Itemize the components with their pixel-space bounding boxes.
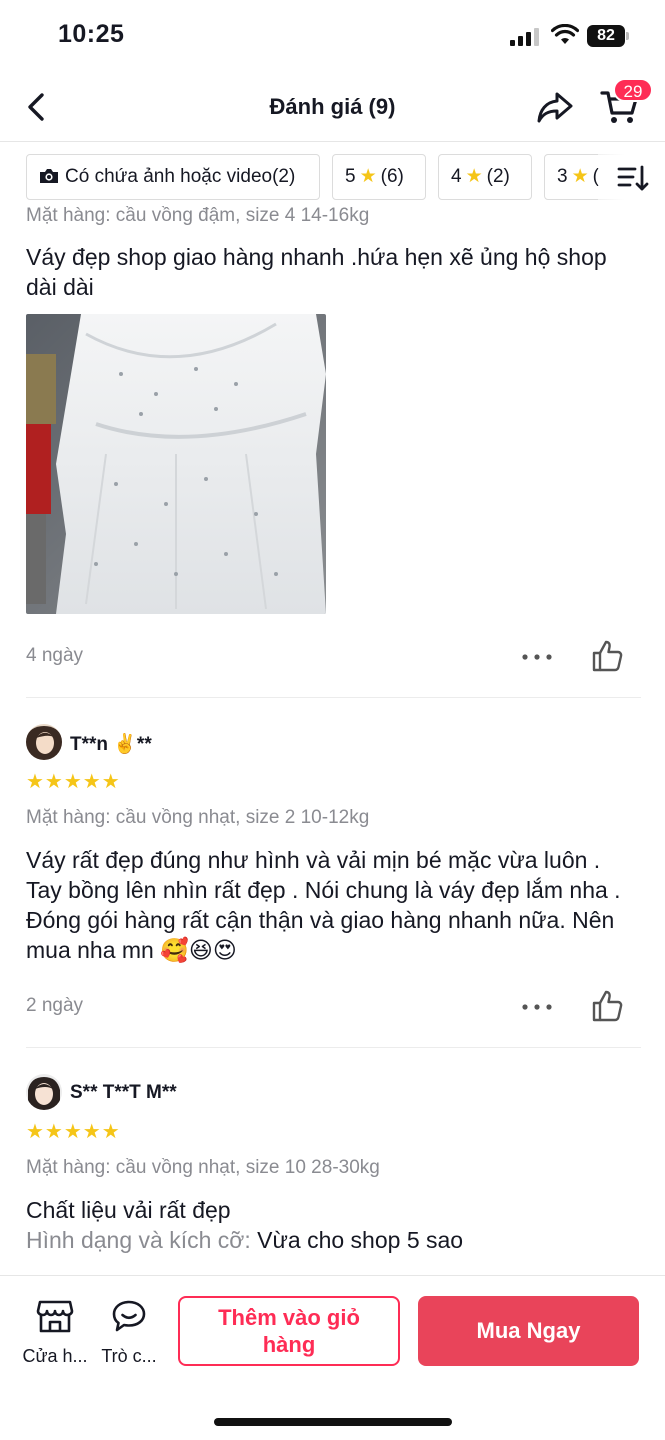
status-time: 10:25 [58, 20, 125, 48]
filter-chip-5-star[interactable]: 5 ★ (6) [332, 154, 426, 200]
shop-label: Cửa h... [22, 1346, 88, 1366]
review-divider [26, 1047, 641, 1048]
detail-label: Hình dạng và kích cỡ: [26, 1227, 251, 1253]
review-variant: Mặt hàng: cầu vồng đậm, size 4 14-16kg [26, 205, 370, 226]
filter-chip-5-star-count: (6) [380, 166, 404, 187]
thumbs-up-icon[interactable] [590, 639, 624, 673]
chat-button[interactable]: Trò c... [94, 1298, 164, 1367]
review-filter-bar: Có chứa ảnh hoặc video(2) 5 ★ (6) 4 ★ (2) 3 ★… [0, 152, 665, 202]
white-dress-photo [26, 314, 326, 614]
avatar[interactable] [26, 724, 62, 760]
filter-chip-4-star-count: (2) [486, 166, 510, 187]
review-divider [26, 697, 641, 698]
star-icon: ★ [359, 166, 377, 187]
shop-icon [36, 1300, 74, 1333]
filter-chip-4-star[interactable]: 4 ★ (2) [438, 154, 532, 200]
app-header: Đánh giá (9) [0, 72, 665, 142]
more-options-icon[interactable] [520, 997, 554, 1017]
review-variant: Mặt hàng: cầu vồng nhạt, size 10 28-30kg [26, 1157, 380, 1178]
review-list[interactable]: Mặt hàng: cầu vồng đậm, size 4 14-16kg V… [0, 202, 665, 1275]
review-text: Váy đẹp shop giao hàng nhanh .hứa hẹn xẽ… [26, 244, 607, 300]
battery-cap [626, 32, 629, 40]
home-indicator[interactable] [214, 1418, 452, 1426]
filter-chip-media[interactable]: Có chứa ảnh hoặc video(2) [26, 154, 320, 200]
user-avatar-photo [26, 724, 62, 760]
more-options-icon[interactable] [520, 647, 554, 667]
thumbs-up-icon[interactable] [590, 989, 624, 1023]
bottom-action-bar: Cửa h... Trò c... Thêm vào giỏ hàng Mua … [0, 1275, 665, 1440]
battery-level: 82 [587, 25, 625, 47]
chat-label: Trò c... [101, 1346, 157, 1366]
wifi-icon [551, 24, 579, 44]
filter-chip-5-star-value: 5 [345, 166, 356, 187]
review-text: Chất liệu vải rất đẹp [26, 1197, 231, 1223]
user-avatar-photo [26, 1074, 62, 1110]
review-age: 2 ngày [26, 995, 84, 1016]
review-photo[interactable] [26, 314, 326, 614]
detail-value: Vừa cho shop 5 sao [250, 1227, 464, 1253]
review-variant: Mặt hàng: cầu vồng nhạt, size 2 10-12kg [26, 807, 370, 828]
filter-chip-3-star-value: 3 [557, 166, 568, 187]
rating-stars: ★★★★★ [26, 1121, 121, 1143]
reviewer-name: S** T**T M** [70, 1082, 177, 1103]
cellular-signal-icon [510, 28, 539, 46]
avatar[interactable] [26, 1074, 62, 1110]
battery-indicator: 82 [587, 25, 631, 47]
reviewer-name: T**n ✌️** [70, 734, 152, 755]
sort-icon[interactable] [617, 164, 649, 192]
filter-chip-media-label: Có chứa ảnh hoặc video(2) [65, 166, 296, 187]
chat-icon [112, 1300, 146, 1332]
shop-button[interactable]: Cửa h... [20, 1298, 90, 1367]
status-bar: 10:25 82 [0, 0, 665, 72]
camera-icon [40, 169, 58, 183]
review-detail-size: Hình dạng và kích cỡ: Vừa cho shop 5 sao [26, 1225, 641, 1255]
star-icon: ★ [465, 166, 483, 187]
filter-chip-4-star-value: 4 [451, 166, 462, 187]
buy-now-button[interactable]: Mua Ngay [418, 1296, 639, 1366]
cart-count-badge: 29 [613, 78, 653, 102]
review-text: Váy rất đẹp đúng như hình và vải mịn bé … [26, 847, 621, 963]
review-age: 4 ngày [26, 645, 84, 666]
add-to-cart-button[interactable]: Thêm vào giỏ hàng [178, 1296, 400, 1366]
share-icon[interactable] [535, 88, 575, 126]
rating-stars: ★★★★★ [26, 771, 121, 793]
star-icon: ★ [571, 166, 589, 187]
